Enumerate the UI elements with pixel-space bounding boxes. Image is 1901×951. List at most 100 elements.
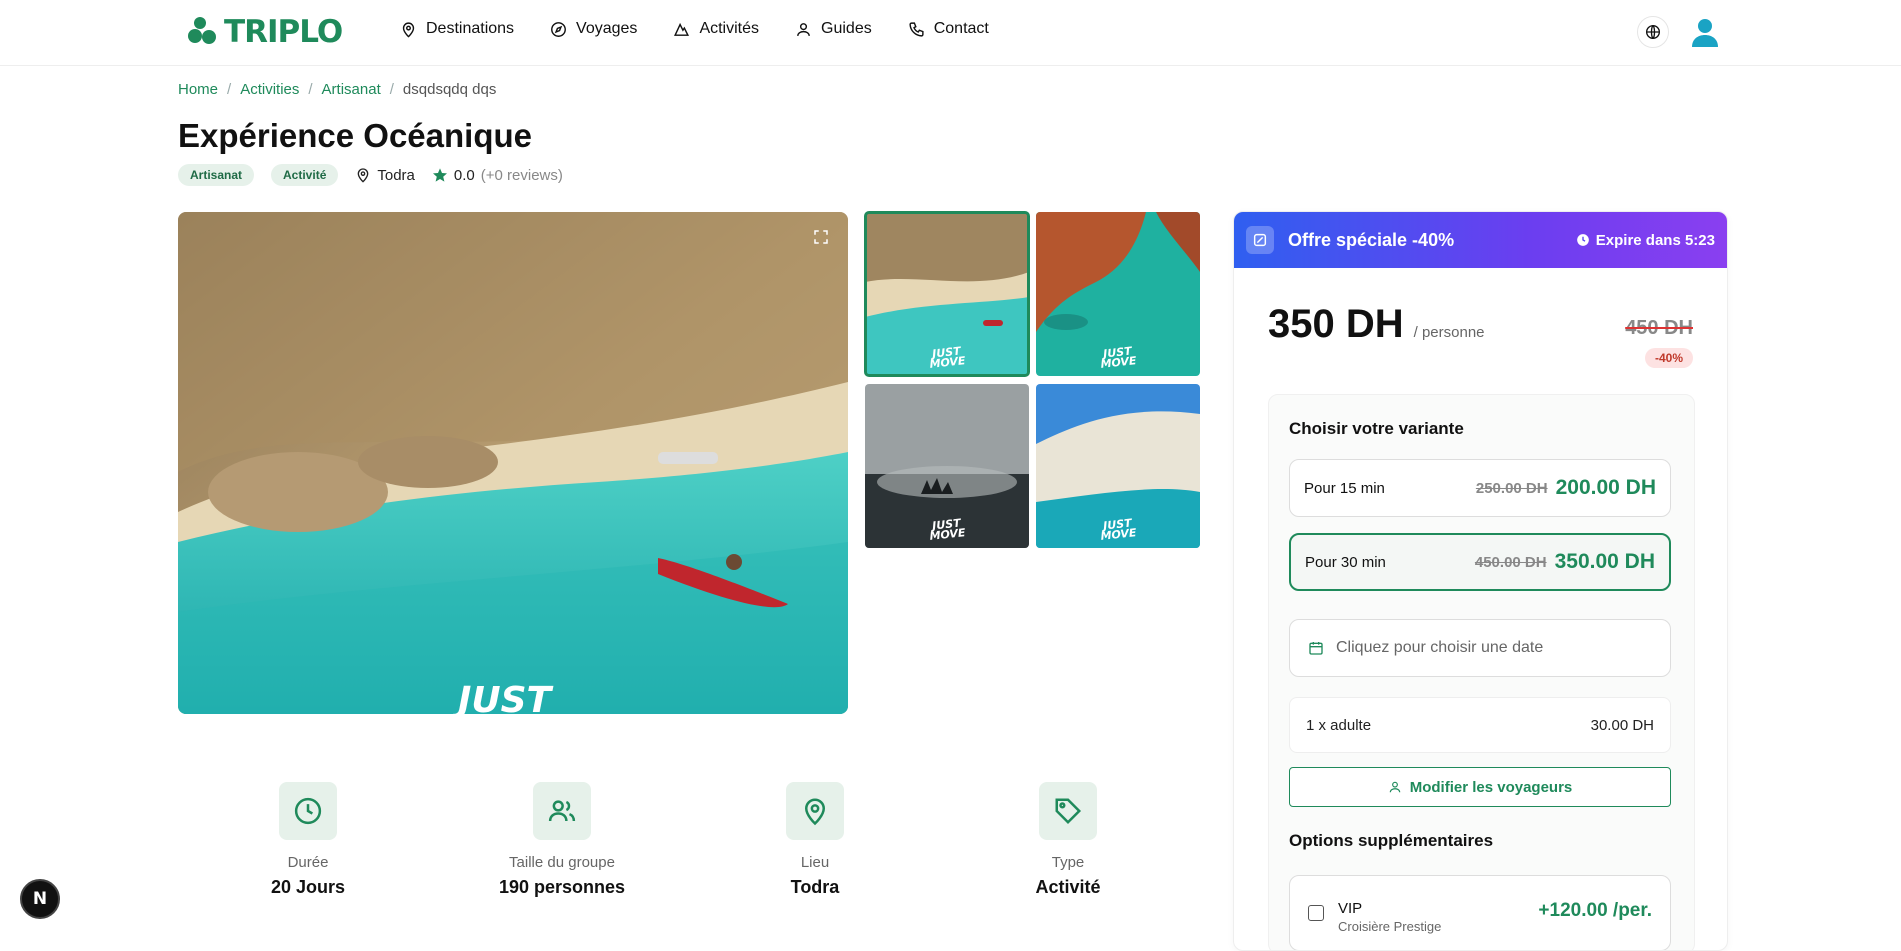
main-nav: Destinations Voyages Activités Guides Co… bbox=[400, 20, 989, 38]
star-icon bbox=[432, 168, 447, 182]
gallery-thumbnail-3[interactable]: JUST MOVE bbox=[865, 384, 1029, 548]
feature-value: 190 personnes bbox=[498, 877, 626, 897]
nav-label: Activités bbox=[699, 20, 760, 37]
promo-title: Offre spéciale -40% bbox=[1288, 229, 1455, 250]
feature-label: Lieu bbox=[800, 854, 830, 871]
nav-item-voyages[interactable]: Voyages bbox=[550, 20, 637, 38]
beach-photo: JUST bbox=[178, 212, 848, 714]
breadcrumb-separator: / bbox=[308, 81, 313, 98]
watermark: JUST MOVE bbox=[1099, 517, 1137, 543]
nav-label: Guides bbox=[821, 20, 872, 37]
feature-group-size: Taille du groupe 190 personnes bbox=[462, 782, 662, 898]
map-pin-icon bbox=[358, 168, 369, 183]
feature-duration: Durée 20 Jours bbox=[208, 782, 408, 898]
watermark: JUST MOVE bbox=[928, 517, 966, 543]
user-avatar-button[interactable] bbox=[1689, 16, 1721, 48]
category-tag[interactable]: Artisanat bbox=[178, 164, 255, 186]
option-price: +120.00 /per. bbox=[1538, 900, 1652, 921]
promo-timer-text: Expire dans 5:23 bbox=[1595, 231, 1715, 249]
nav-label: Contact bbox=[933, 20, 989, 37]
breadcrumb-separator: / bbox=[389, 81, 394, 98]
brand-name: TRIPLO bbox=[224, 14, 343, 50]
feature-type: Type Activité bbox=[968, 782, 1168, 898]
map-pin-icon bbox=[402, 21, 415, 38]
nav-item-guides[interactable]: Guides bbox=[795, 20, 872, 38]
breadcrumb-separator: / bbox=[227, 81, 232, 98]
promo-badge-icon bbox=[1246, 226, 1274, 254]
top-navbar: TRIPLO Destinations Voyages Activités Gu… bbox=[0, 0, 1901, 66]
clock-icon bbox=[1576, 234, 1589, 246]
language-button[interactable] bbox=[1637, 16, 1669, 48]
location-text: Todra bbox=[377, 166, 415, 184]
variant-option-30min[interactable]: Pour 30 min 450.00 DH 350.00 DH bbox=[1289, 533, 1671, 591]
traveler-label: 1 x adulte bbox=[1306, 716, 1372, 734]
feature-label: Type bbox=[1051, 854, 1085, 871]
location-info: Todra bbox=[355, 167, 415, 184]
nav-item-destinations[interactable]: Destinations bbox=[400, 20, 514, 38]
feature-value: Activité bbox=[1035, 877, 1101, 897]
variants-title: Choisir votre variante bbox=[1289, 419, 1464, 438]
option-name: VIP bbox=[1338, 900, 1363, 917]
breadcrumb-current: dsqdsqdq dqs bbox=[402, 81, 497, 98]
nav-item-contact[interactable]: Contact bbox=[908, 20, 989, 38]
watermark-text: JUST bbox=[452, 680, 554, 714]
main-gallery-image[interactable]: JUST bbox=[178, 212, 848, 714]
discount-badge: -40% bbox=[1644, 348, 1693, 368]
nav-label: Voyages bbox=[576, 20, 638, 37]
variant-label: Pour 30 min bbox=[1305, 553, 1386, 571]
feature-label: Taille du groupe bbox=[509, 854, 615, 871]
traveler-summary: 1 x adulte 30.00 DH bbox=[1289, 697, 1671, 753]
feature-value: 20 Jours bbox=[270, 877, 346, 897]
option-checkbox[interactable] bbox=[1308, 905, 1324, 921]
user-icon bbox=[1389, 781, 1400, 793]
variant-old-price: 250.00 DH bbox=[1475, 479, 1548, 497]
map-pin-icon bbox=[804, 798, 826, 826]
old-price: 450 DH bbox=[1625, 317, 1693, 339]
rating-value: 0.0 bbox=[453, 166, 475, 184]
breadcrumb-home[interactable]: Home bbox=[178, 81, 218, 98]
brand-logo[interactable]: TRIPLO bbox=[184, 14, 343, 50]
activity-meta: Artisanat Activité Todra 0.0 (+0 reviews… bbox=[178, 164, 563, 186]
expand-icon[interactable] bbox=[812, 228, 830, 246]
feature-location: Lieu Todra bbox=[715, 782, 915, 898]
variant-price: 200.00 DH bbox=[1555, 476, 1656, 499]
mountain-icon bbox=[674, 22, 690, 36]
variant-price: 350.00 DH bbox=[1554, 550, 1655, 573]
tag-icon bbox=[1055, 798, 1082, 825]
date-placeholder: Cliquez pour choisir une date bbox=[1336, 639, 1544, 656]
calendar-icon bbox=[1309, 642, 1323, 655]
clock-icon bbox=[294, 797, 322, 825]
user-icon bbox=[797, 22, 810, 36]
feature-value: Todra bbox=[790, 877, 840, 897]
logo-mark-icon bbox=[184, 15, 218, 49]
booking-form: Choisir votre variante Pour 15 min 250.0… bbox=[1268, 394, 1695, 950]
variant-option-15min[interactable]: Pour 15 min 250.00 DH 200.00 DH bbox=[1289, 459, 1671, 517]
users-icon bbox=[548, 800, 576, 822]
option-vip[interactable]: VIP Croisière Prestige +120.00 /per. bbox=[1289, 875, 1671, 950]
breadcrumb: Home / Activities / Artisanat / dsqdsqdq… bbox=[178, 81, 496, 98]
modify-travelers-button[interactable]: Modifier les voyageurs bbox=[1289, 767, 1671, 807]
promo-timer: Expire dans 5:23 bbox=[1576, 232, 1715, 249]
option-subtitle: Croisière Prestige bbox=[1338, 919, 1442, 934]
avatar-icon bbox=[1692, 19, 1718, 47]
gallery-thumbnail-1[interactable]: JUST MOVE bbox=[864, 211, 1030, 377]
traveler-price: 30.00 DH bbox=[1590, 716, 1654, 734]
variant-label: Pour 15 min bbox=[1304, 479, 1385, 497]
watermark: JUST MOVE bbox=[1099, 345, 1137, 371]
page-title: Expérience Océanique bbox=[178, 117, 532, 154]
globe-icon bbox=[1646, 25, 1660, 39]
gallery-thumbnail-2[interactable]: JUST MOVE bbox=[1036, 212, 1200, 376]
gallery-thumbnail-4[interactable]: JUST MOVE bbox=[1036, 384, 1200, 548]
breadcrumb-activities[interactable]: Activities bbox=[240, 81, 299, 98]
type-tag[interactable]: Activité bbox=[271, 164, 339, 186]
current-price: 350 DH bbox=[1268, 302, 1404, 346]
options-title: Options supplémentaires bbox=[1289, 831, 1494, 850]
breadcrumb-category[interactable]: Artisanat bbox=[322, 81, 381, 98]
price-unit: / personne bbox=[1413, 324, 1485, 341]
date-picker-input[interactable]: Cliquez pour choisir une date bbox=[1289, 619, 1671, 677]
nav-label: Destinations bbox=[426, 20, 515, 37]
modify-travelers-label: Modifier les voyageurs bbox=[1409, 778, 1573, 796]
nav-item-activites[interactable]: Activités bbox=[673, 20, 759, 38]
dev-tools-badge[interactable]: N bbox=[20, 879, 60, 919]
reviews-count[interactable]: (+0 reviews) bbox=[481, 167, 563, 184]
